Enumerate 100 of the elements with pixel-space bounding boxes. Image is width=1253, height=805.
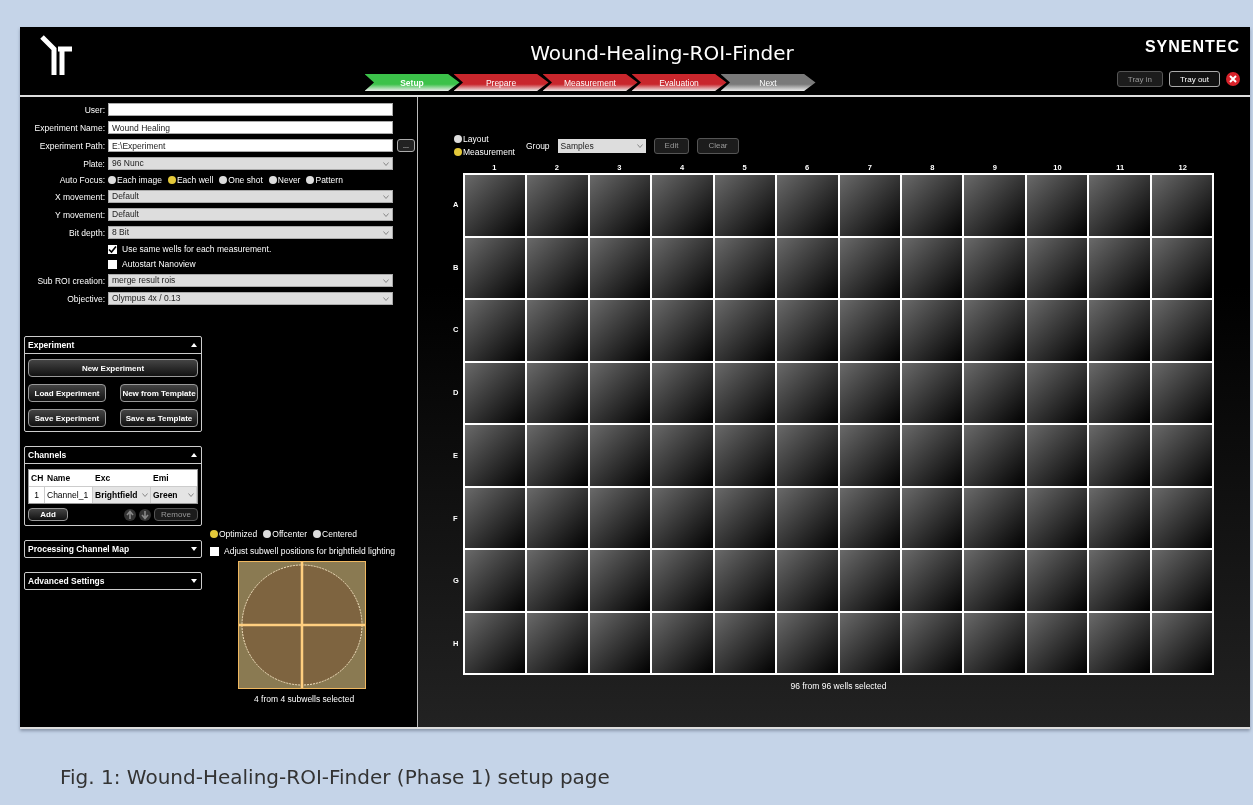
well[interactable] bbox=[1151, 362, 1212, 423]
arrow-up-icon[interactable] bbox=[124, 508, 136, 521]
panel-header[interactable]: Channels bbox=[25, 447, 201, 463]
panel-header[interactable]: Processing Channel Map bbox=[25, 541, 201, 557]
well[interactable] bbox=[901, 550, 963, 611]
well[interactable] bbox=[1026, 425, 1088, 486]
panel-button[interactable]: Save Experiment bbox=[28, 409, 106, 427]
well[interactable] bbox=[839, 487, 900, 548]
well[interactable] bbox=[589, 612, 651, 673]
checkbox[interactable] bbox=[108, 244, 117, 254]
radio-button[interactable] bbox=[454, 135, 462, 143]
panel-header[interactable]: Experiment bbox=[25, 337, 201, 353]
well[interactable] bbox=[589, 237, 651, 298]
dropdown[interactable]: Brightfield bbox=[93, 487, 151, 503]
radio-button[interactable] bbox=[108, 176, 116, 184]
step-tab[interactable]: Next bbox=[720, 74, 816, 91]
well[interactable] bbox=[589, 550, 651, 611]
well[interactable] bbox=[465, 362, 526, 423]
radio-button[interactable] bbox=[263, 530, 272, 538]
well[interactable] bbox=[1026, 550, 1088, 611]
dropdown[interactable]: Green bbox=[151, 487, 197, 503]
dropdown[interactable]: 8 Bit bbox=[108, 226, 393, 239]
checkbox[interactable] bbox=[108, 259, 117, 269]
well[interactable] bbox=[1151, 487, 1212, 548]
expand-icon[interactable] bbox=[191, 547, 197, 551]
dropdown[interactable]: Default bbox=[108, 190, 393, 203]
well[interactable] bbox=[714, 300, 776, 361]
well[interactable] bbox=[1026, 362, 1088, 423]
caret-icon bbox=[383, 161, 389, 166]
well[interactable] bbox=[1026, 237, 1088, 298]
well[interactable] bbox=[714, 612, 776, 673]
well[interactable] bbox=[1151, 612, 1212, 673]
well[interactable] bbox=[1026, 612, 1088, 673]
caret-icon bbox=[188, 493, 194, 497]
well[interactable] bbox=[714, 487, 776, 548]
well[interactable] bbox=[839, 612, 900, 673]
well[interactable] bbox=[839, 237, 900, 298]
step-tab[interactable]: Evaluation bbox=[631, 74, 727, 91]
well[interactable] bbox=[1026, 487, 1088, 548]
well[interactable] bbox=[714, 237, 776, 298]
status-text: 4 from 4 subwells selected bbox=[254, 694, 355, 704]
path-field[interactable]: E:\Experiment bbox=[108, 139, 393, 152]
column-header: CH bbox=[29, 470, 45, 487]
radio-button[interactable] bbox=[454, 148, 462, 156]
step-tab[interactable]: Prepare bbox=[453, 74, 549, 91]
radio-button[interactable] bbox=[268, 176, 277, 184]
radio-button[interactable] bbox=[313, 530, 322, 538]
well[interactable] bbox=[589, 425, 651, 486]
collapse-icon[interactable] bbox=[191, 343, 197, 347]
arrow-down-icon[interactable] bbox=[139, 508, 151, 521]
radio-label: One shot bbox=[228, 175, 263, 185]
well[interactable] bbox=[714, 425, 776, 486]
well[interactable] bbox=[714, 175, 776, 236]
panel-button[interactable]: Save as Template bbox=[120, 409, 198, 427]
well[interactable] bbox=[901, 612, 963, 673]
group-dropdown[interactable]: Samples bbox=[557, 138, 646, 153]
dropdown[interactable]: Olympus 4x / 0.13 bbox=[108, 292, 393, 305]
well[interactable] bbox=[714, 362, 776, 423]
radio-button[interactable] bbox=[219, 176, 228, 184]
panel-button[interactable]: Load Experiment bbox=[28, 384, 106, 402]
collapse-icon[interactable] bbox=[191, 453, 197, 457]
well[interactable] bbox=[901, 175, 963, 236]
well[interactable] bbox=[1151, 237, 1212, 298]
step-tab[interactable]: Measurement bbox=[542, 74, 638, 91]
well[interactable] bbox=[465, 487, 526, 548]
panel-button[interactable]: New Experiment bbox=[28, 359, 198, 377]
well[interactable] bbox=[465, 237, 526, 298]
well[interactable] bbox=[589, 175, 651, 236]
radio-label: Centered bbox=[322, 529, 358, 539]
dropdown[interactable]: merge result rois bbox=[108, 274, 393, 287]
well[interactable] bbox=[901, 237, 963, 298]
well[interactable] bbox=[901, 300, 963, 361]
radio-button[interactable] bbox=[210, 530, 218, 538]
checkbox[interactable] bbox=[210, 546, 219, 556]
tray-button[interactable]: Tray out bbox=[1168, 71, 1220, 87]
well[interactable] bbox=[839, 362, 900, 423]
add-button[interactable]: Add bbox=[28, 508, 68, 521]
well[interactable] bbox=[589, 362, 651, 423]
radio-label: Optimized bbox=[219, 529, 258, 539]
expand-icon[interactable] bbox=[191, 579, 197, 583]
radio-button[interactable] bbox=[167, 176, 176, 184]
text-field[interactable] bbox=[108, 103, 393, 116]
well[interactable] bbox=[589, 300, 651, 361]
panel-button[interactable]: New from Template bbox=[120, 384, 198, 402]
well[interactable] bbox=[714, 550, 776, 611]
dropdown[interactable]: 96 Nunc bbox=[108, 157, 393, 170]
subwell-drawing[interactable] bbox=[238, 561, 366, 689]
well[interactable] bbox=[589, 487, 651, 548]
radio-button[interactable] bbox=[306, 176, 315, 184]
dropdown[interactable]: Default bbox=[108, 208, 393, 221]
radio-label: Layout bbox=[463, 134, 489, 144]
panel-header[interactable]: Advanced Settings bbox=[25, 573, 201, 589]
well[interactable] bbox=[465, 612, 526, 673]
well[interactable] bbox=[901, 487, 963, 548]
close-icon[interactable] bbox=[1226, 72, 1240, 86]
text-field[interactable]: Wound Healing bbox=[108, 121, 393, 134]
well[interactable] bbox=[1026, 300, 1088, 361]
well[interactable] bbox=[901, 362, 963, 423]
well[interactable] bbox=[901, 425, 963, 486]
well[interactable] bbox=[1026, 175, 1088, 236]
